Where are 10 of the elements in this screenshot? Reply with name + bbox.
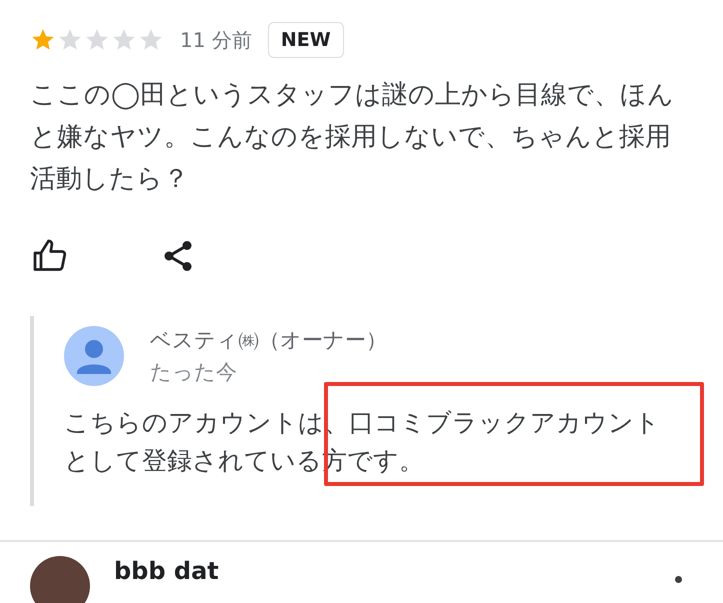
avatar: [30, 556, 90, 603]
owner-name: ベスティ㈱（オーナー）: [150, 327, 387, 354]
thumbs-up-icon[interactable]: [32, 238, 68, 274]
review-text: ここの◯田というスタッフは謎の上から目線で、ほんと嫌なヤツ。こんなのを採用しないで、ちゃんと採用活動したら？: [30, 79, 676, 196]
reviewer-name: bbb dat: [114, 557, 219, 585]
new-badge: NEW: [268, 22, 344, 58]
review-time: 11 分前: [180, 26, 252, 54]
reply-time: たった今: [150, 359, 238, 386]
more-icon[interactable]: [675, 576, 682, 583]
avatar-icon: [64, 326, 124, 386]
